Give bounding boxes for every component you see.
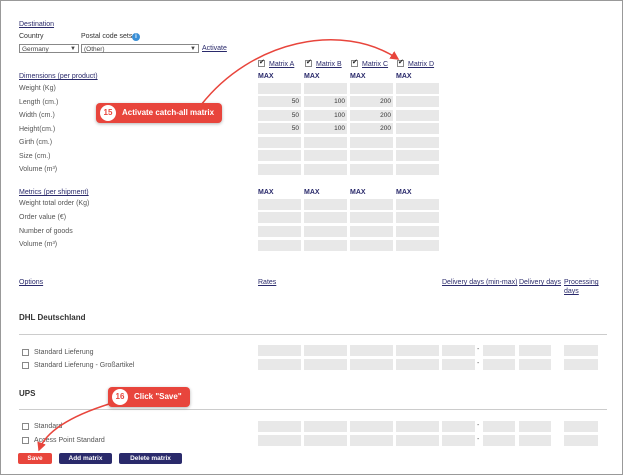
app-frame: Destination Country Postal code sets i G… (0, 0, 623, 475)
arrow-to-save (37, 403, 110, 452)
arrow-to-matrix-d (200, 39, 400, 106)
step-badge: 16 (112, 389, 128, 405)
annotation-arrows (37, 39, 400, 452)
callout-text: Click "Save" (134, 392, 182, 401)
callout-click-save: 16 Click "Save" (108, 387, 190, 407)
callout-text: Activate catch-all matrix (122, 108, 215, 117)
callout-activate-catch-all: 15 Activate catch-all matrix (96, 103, 223, 123)
step-badge: 15 (100, 105, 116, 121)
